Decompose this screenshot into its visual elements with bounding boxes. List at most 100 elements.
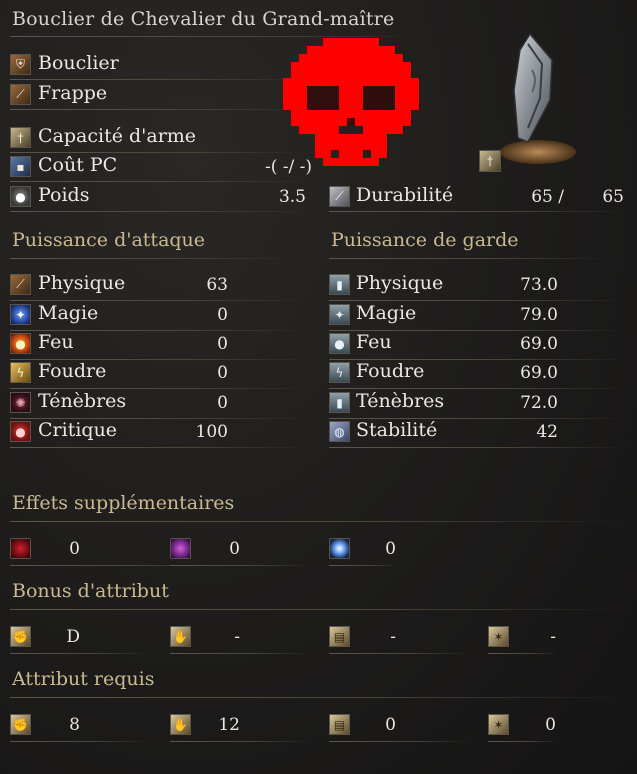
guard-magic-icon: ✦ bbox=[329, 304, 350, 325]
item-type: Bouclier bbox=[38, 52, 119, 74]
durability-current: 65 / bbox=[531, 187, 564, 207]
fp-icon: ▪ bbox=[10, 156, 31, 177]
attack-row-label: Ténèbres bbox=[38, 390, 127, 412]
bleed-icon bbox=[10, 538, 31, 559]
divider bbox=[10, 609, 630, 610]
divider bbox=[329, 741, 469, 742]
strength-icon: ✊ bbox=[10, 626, 31, 647]
skill-icon: † bbox=[10, 127, 31, 148]
divider bbox=[10, 741, 150, 742]
divider bbox=[329, 258, 609, 259]
bonus-value: - bbox=[550, 627, 556, 647]
magic-icon: ✦ bbox=[10, 304, 31, 325]
effect-value: 0 bbox=[69, 539, 80, 559]
requirement-value: 8 bbox=[69, 715, 80, 735]
attack-row-value: 0 bbox=[217, 393, 228, 413]
divider bbox=[329, 653, 469, 654]
guard-row-value: 72.0 bbox=[520, 393, 558, 413]
attack-row-label: Physique bbox=[38, 272, 126, 294]
poison-icon bbox=[170, 538, 191, 559]
divider bbox=[10, 109, 310, 110]
requirements-header: Attribut requis bbox=[12, 668, 155, 690]
guard-dark-icon: ▮ bbox=[329, 392, 350, 413]
guard-physical-icon: ▮ bbox=[329, 274, 350, 295]
divider bbox=[10, 521, 630, 522]
attack-type: Frappe bbox=[38, 82, 108, 104]
bonus-value: - bbox=[390, 627, 396, 647]
weight-label: Poids bbox=[38, 184, 90, 206]
skull-icon bbox=[283, 38, 419, 166]
attack-row-value: 0 bbox=[217, 305, 228, 325]
dexterity-icon: ✋ bbox=[170, 714, 191, 735]
guard-row-label: Magie bbox=[356, 302, 417, 324]
guard-fire-icon: ● bbox=[329, 333, 350, 354]
faith-icon: ✶ bbox=[488, 714, 509, 735]
weight-value: 3.5 bbox=[278, 187, 306, 207]
divider bbox=[10, 181, 310, 182]
attack-row-value: 100 bbox=[195, 422, 228, 442]
divider bbox=[10, 152, 310, 153]
fire-icon: ● bbox=[10, 333, 31, 354]
divider bbox=[488, 653, 558, 654]
requirement-value: 0 bbox=[545, 715, 556, 735]
skill-label: Capacité d'arme bbox=[38, 125, 197, 147]
requirement-value: 0 bbox=[385, 715, 396, 735]
item-title: Bouclier de Chevalier du Grand-maître bbox=[12, 8, 395, 30]
divider bbox=[329, 211, 629, 212]
dexterity-icon: ✋ bbox=[170, 626, 191, 647]
divider bbox=[329, 300, 629, 301]
divider bbox=[329, 565, 399, 566]
attack-row-value: 0 bbox=[217, 363, 228, 383]
bonus-value: - bbox=[234, 627, 240, 647]
weight-icon: ● bbox=[10, 186, 31, 207]
guard-row-label: Physique bbox=[356, 272, 444, 294]
lightning-icon: ϟ bbox=[10, 362, 31, 383]
divider bbox=[329, 447, 629, 448]
guard-row-value: 79.0 bbox=[520, 305, 558, 325]
shield-image bbox=[500, 32, 576, 164]
guard-row-label: Ténèbres bbox=[356, 390, 445, 412]
divider bbox=[10, 258, 290, 259]
effect-value: 0 bbox=[385, 539, 396, 559]
bonus-value: D bbox=[66, 627, 80, 647]
intelligence-icon: ▤ bbox=[329, 626, 350, 647]
guard-row-label: Feu bbox=[356, 331, 392, 353]
guard-row-value: 69.0 bbox=[520, 334, 558, 354]
divider bbox=[329, 388, 629, 389]
divider bbox=[10, 447, 310, 448]
fp-label: Coût PC bbox=[38, 154, 118, 176]
physical-icon: ⟋ bbox=[10, 274, 31, 295]
guard-row-value: 73.0 bbox=[520, 275, 558, 295]
sword-badge-icon: † bbox=[479, 150, 501, 172]
attack-row-value: 63 bbox=[206, 275, 228, 295]
divider bbox=[488, 741, 558, 742]
guard-row-label: Foudre bbox=[356, 360, 425, 382]
divider bbox=[170, 741, 310, 742]
durability-label: Durabilité bbox=[356, 184, 454, 206]
intelligence-icon: ▤ bbox=[329, 714, 350, 735]
attack-row-label: Critique bbox=[38, 419, 118, 441]
divider bbox=[10, 388, 310, 389]
effects-header: Effets supplémentaires bbox=[12, 492, 235, 514]
divider bbox=[10, 697, 630, 698]
attack-row-value: 0 bbox=[217, 334, 228, 354]
frost-icon bbox=[329, 538, 350, 559]
attack-row-label: Foudre bbox=[38, 360, 107, 382]
effect-value: 0 bbox=[229, 539, 240, 559]
guard-lightning-icon: ϟ bbox=[329, 362, 350, 383]
guard-header: Puissance de garde bbox=[331, 229, 519, 251]
requirement-value: 12 bbox=[218, 715, 240, 735]
attack-row-label: Magie bbox=[38, 302, 99, 324]
divider bbox=[10, 653, 150, 654]
strike-icon: ⟋ bbox=[10, 84, 31, 105]
divider bbox=[170, 565, 310, 566]
faith-icon: ✶ bbox=[488, 626, 509, 647]
durability-max: 65 bbox=[602, 187, 624, 207]
stability-icon: ◍ bbox=[329, 421, 350, 442]
divider bbox=[170, 653, 310, 654]
dark-icon: ✺ bbox=[10, 392, 31, 413]
bonus-header: Bonus d'attribut bbox=[12, 580, 169, 602]
divider bbox=[10, 300, 310, 301]
attack-row-label: Feu bbox=[38, 331, 74, 353]
guard-row-value: 69.0 bbox=[520, 363, 558, 383]
